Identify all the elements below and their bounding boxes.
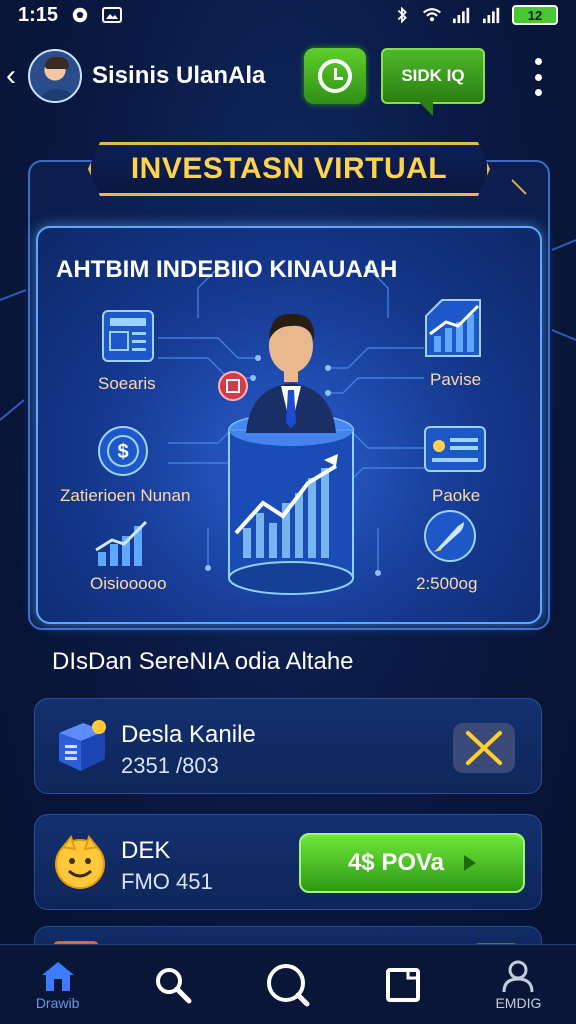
chart-up-icon[interactable] <box>422 296 484 362</box>
smiley-face-icon <box>55 834 105 889</box>
bar-growth-icon[interactable] <box>94 516 154 568</box>
user-icon <box>502 960 534 992</box>
feature-label-6: 2:500og <box>416 574 478 593</box>
nav-home[interactable]: Drawib <box>0 945 115 1024</box>
banner-title: INVESTASN VIRTUAL <box>130 152 448 185</box>
feature-label-1: Soearis <box>98 374 156 393</box>
close-button[interactable] <box>453 723 515 773</box>
nav-library[interactable] <box>346 945 461 1024</box>
feature-label-4: Pavise <box>430 370 482 389</box>
bottom-navigation: Drawib EMDIG <box>0 944 576 1024</box>
feature-label-5: Paoke <box>432 486 481 505</box>
card-title: Desla Kanile <box>121 721 256 748</box>
feature-label-2: Zatierioen Nunan <box>60 486 191 505</box>
search-circle-icon <box>267 963 310 1006</box>
search-icon <box>155 967 192 1003</box>
section-title: DIsDan SereNIA odia Altahe <box>52 648 354 675</box>
nav-search[interactable] <box>115 945 230 1024</box>
hero-title: AHTBIM INDEBIIO KINAUAAH <box>56 256 398 283</box>
document-icon[interactable] <box>100 308 156 364</box>
package-box-icon <box>59 720 106 771</box>
svg-text:$: $ <box>117 441 128 463</box>
square-icon <box>386 967 421 1002</box>
id-card-icon[interactable] <box>422 424 488 474</box>
hero-card: AHTBIM INDEBIIO KINAUAAH Soearis $ Zatie… <box>36 226 542 624</box>
nav-explore[interactable] <box>230 945 345 1024</box>
close-icon <box>466 731 502 765</box>
buy-button[interactable]: 4$ POVa <box>299 833 525 893</box>
nav-profile[interactable]: EMDIG <box>461 945 576 1024</box>
card-subtitle: FMO 451 <box>121 869 213 894</box>
list-item[interactable]: Desla Kanile 2351 /803 <box>34 698 542 794</box>
feature-label-3: Oisiooooo <box>90 574 167 593</box>
list-item[interactable]: DEK FMO 451 4$ POVa <box>34 814 542 910</box>
nav-label-home: Drawib <box>35 994 80 1011</box>
buy-button-label: 4$ POVa <box>347 849 445 876</box>
dollar-coin-icon[interactable]: $ <box>96 424 150 478</box>
nav-label-profile: EMDIG <box>495 994 542 1011</box>
title-banner: INVESTASN VIRTUAL <box>88 142 490 196</box>
card-title: DEK <box>121 837 171 864</box>
rocket-icon[interactable] <box>422 508 478 564</box>
play-arrow-icon <box>464 855 477 871</box>
card-subtitle: 2351 /803 <box>121 753 219 778</box>
home-icon <box>41 961 74 991</box>
